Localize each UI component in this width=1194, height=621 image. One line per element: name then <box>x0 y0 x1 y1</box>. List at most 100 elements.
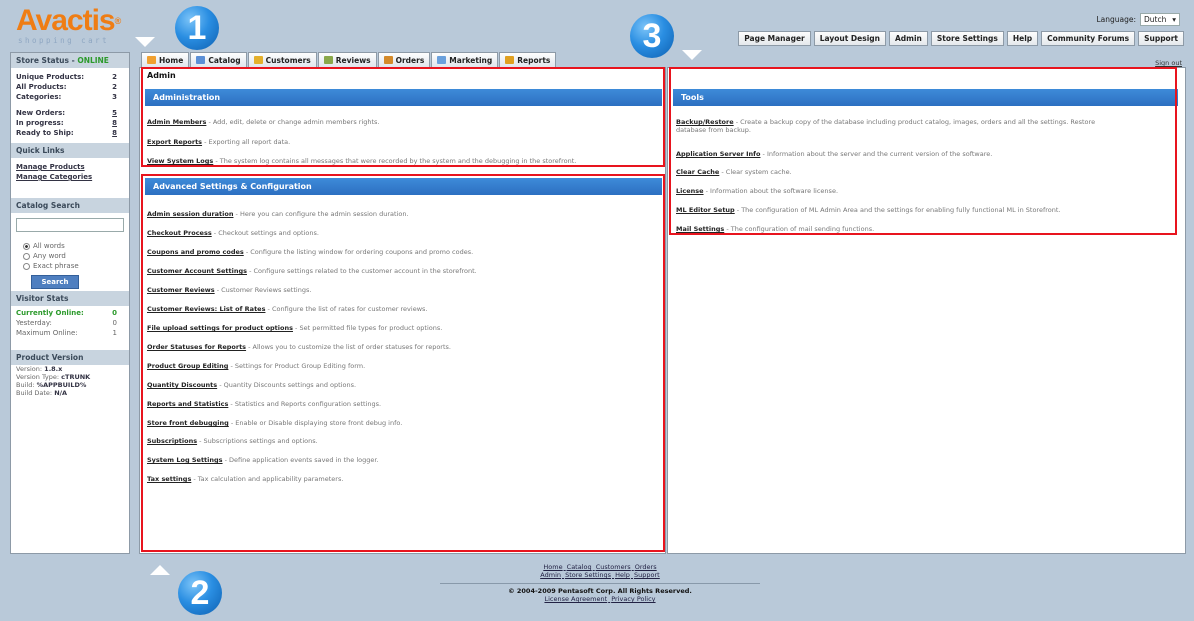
language-select[interactable]: Dutch ▾ <box>1140 13 1180 26</box>
avactis-logo[interactable]: Avactis® shopping cart <box>16 6 134 46</box>
stat-row: Categories: 3 <box>11 92 129 102</box>
visitor-label: Maximum Online: <box>16 329 78 337</box>
highlight-box-administration <box>141 67 665 167</box>
top-menu-community-forums[interactable]: Community Forums <box>1041 31 1136 46</box>
order-row: Ready to Ship: 8 <box>11 128 129 138</box>
stat-label: Unique Products: <box>16 73 85 81</box>
visitor-stats-header: Visitor Stats <box>11 291 129 306</box>
radio-exact-phrase[interactable]: Exact phrase <box>11 261 129 271</box>
order-label: Ready to Ship: <box>16 129 74 137</box>
order-count-link[interactable]: 8 <box>112 128 117 138</box>
order-row: In progress: 8 <box>11 118 129 128</box>
radio-any-word[interactable]: Any word <box>11 251 129 261</box>
footer-link[interactable]: Orders <box>635 563 657 571</box>
footer-links-row: Home Catalog Customers Orders <box>440 563 760 571</box>
catalog-search-header: Catalog Search <box>11 198 129 213</box>
version-line: Version: 1.8.x <box>16 365 63 373</box>
footer-links-row: License Agreement Privacy Policy <box>440 595 760 603</box>
top-menu-help[interactable]: Help <box>1006 31 1039 46</box>
tab-label: Home <box>159 55 184 65</box>
logo-subtitle: shopping cart <box>18 36 110 45</box>
version-line: Build Date: N/A <box>16 389 68 397</box>
footer-link[interactable]: Admin <box>540 571 561 579</box>
footer-link[interactable]: Customers <box>596 563 631 571</box>
home-icon <box>147 56 156 64</box>
callout-2-arrow <box>150 565 170 575</box>
top-menu-admin[interactable]: Admin <box>889 31 928 46</box>
quick-link-manage-categories[interactable]: Manage Categories <box>11 172 129 182</box>
top-menu-store-settings[interactable]: Store Settings <box>930 31 1004 46</box>
radio-label: Any word <box>33 252 66 260</box>
chevron-down-icon: ▾ <box>1172 15 1176 24</box>
callout-2-badge: 2 <box>178 571 222 615</box>
store-status-title: Store Status - <box>16 56 78 65</box>
tab-label: Catalog <box>208 55 241 65</box>
order-label: New Orders: <box>16 109 66 117</box>
footer-link[interactable]: Support <box>634 571 660 579</box>
highlight-box-advanced <box>141 174 665 552</box>
version-line: Build: %APPBUILD% <box>16 381 87 389</box>
store-status-badge: ONLINE <box>77 56 109 65</box>
tab-reviews[interactable]: Reviews <box>317 52 377 67</box>
search-button[interactable]: Search <box>31 275 79 289</box>
tab-home[interactable]: Home <box>141 52 190 67</box>
logo-text: Avactis <box>16 4 116 37</box>
tab-customers[interactable]: Customers <box>247 52 317 67</box>
visitor-value: 1 <box>112 329 117 337</box>
top-menu: Page Manager Layout Design Admin Store S… <box>738 31 1184 46</box>
tab-marketing[interactable]: Marketing <box>431 52 499 67</box>
radio-label: All words <box>33 242 65 250</box>
footer-links-row: Admin Store Settings Help Support <box>440 571 760 579</box>
catalog-icon <box>196 56 206 64</box>
visitor-row: Yesterday: 0 <box>11 318 129 328</box>
tab-reports[interactable]: Reports <box>499 52 557 67</box>
callout-3-arrow <box>682 50 702 60</box>
tab-label: Marketing <box>449 55 493 65</box>
radio-all-words[interactable]: All words <box>11 241 129 251</box>
tab-label: Reviews <box>335 55 371 65</box>
order-count-link[interactable]: 5 <box>112 108 117 118</box>
catalog-search-input[interactable] <box>16 218 124 232</box>
tab-catalog[interactable]: Catalog <box>190 52 247 67</box>
sidebar: Store Status - ONLINE Unique Products: 2 … <box>10 52 130 554</box>
top-menu-support[interactable]: Support <box>1138 31 1184 46</box>
language-label: Language: <box>1096 15 1136 24</box>
footer-link[interactable]: Home <box>543 563 562 571</box>
top-menu-layout-design[interactable]: Layout Design <box>813 31 886 46</box>
language-value: Dutch <box>1144 15 1167 24</box>
version-line: Version Type: cTRUNK <box>16 373 91 381</box>
stat-row: All Products: 2 <box>11 82 129 92</box>
radio-label: Exact phrase <box>33 262 79 270</box>
privacy-policy-link[interactable]: Privacy Policy <box>611 595 655 603</box>
visitor-label: Currently Online: <box>16 309 84 317</box>
stat-label: All Products: <box>16 83 67 91</box>
radio-icon <box>23 252 30 260</box>
language-selector-group: Language: Dutch ▾ <box>1096 13 1180 26</box>
footer-link[interactable]: Help <box>615 571 630 579</box>
store-status-header: Store Status - ONLINE <box>11 53 129 68</box>
sign-out-link[interactable]: Sign out <box>1155 59 1182 67</box>
marketing-icon <box>437 56 447 64</box>
reviews-icon <box>323 56 333 64</box>
visitor-row: Currently Online: 0 <box>11 308 129 318</box>
radio-icon <box>23 262 30 270</box>
footer-link[interactable]: Store Settings <box>565 571 611 579</box>
order-count-link[interactable]: 8 <box>112 118 117 128</box>
quick-link-manage-products[interactable]: Manage Products <box>11 162 129 172</box>
license-agreement-link[interactable]: License Agreement <box>544 595 607 603</box>
callout-1-arrow <box>135 37 155 47</box>
order-label: In progress: <box>16 119 64 127</box>
tab-label: Orders <box>395 55 425 65</box>
callout-1-badge: 1 <box>175 6 219 50</box>
stat-value: 2 <box>112 73 117 81</box>
footer-link[interactable]: Catalog <box>567 563 592 571</box>
visitor-label: Yesterday: <box>16 319 52 327</box>
footer: Home Catalog Customers Orders Admin Stor… <box>440 563 760 603</box>
tab-label: Reports <box>517 55 551 65</box>
footer-divider <box>440 583 760 584</box>
top-menu-page-manager[interactable]: Page Manager <box>738 31 811 46</box>
orders-icon <box>383 56 393 64</box>
stat-value: 2 <box>112 83 117 91</box>
tab-orders[interactable]: Orders <box>377 52 431 67</box>
callout-3-badge: 3 <box>630 14 674 58</box>
